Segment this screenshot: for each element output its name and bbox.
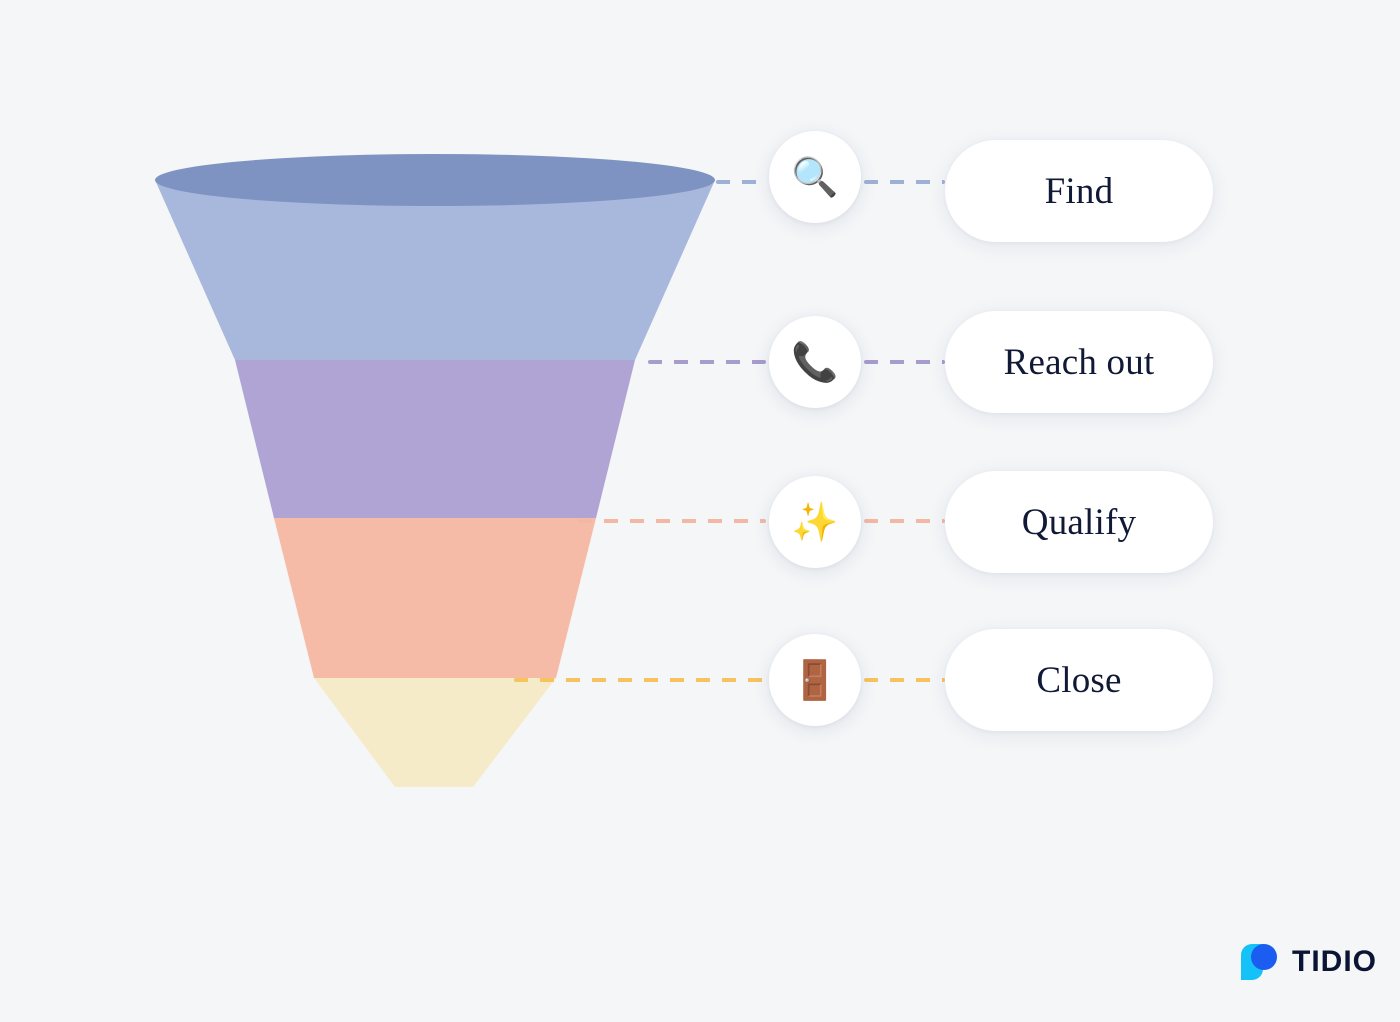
icon-badge-find[interactable]: 🔍 — [769, 131, 861, 223]
connector-dash-right-find — [864, 180, 945, 184]
label-pill-reach-out[interactable]: Reach out — [945, 311, 1213, 413]
connector-dash-left-close — [514, 678, 766, 682]
tidio-logo: TIDIO — [1238, 940, 1377, 984]
connector-dash-right-close — [864, 678, 945, 682]
connector-dash-right-reach-out — [864, 360, 945, 364]
sales-funnel-graphic — [155, 154, 715, 787]
label-pill-text-find: Find — [1044, 170, 1114, 212]
tidio-logo-mark-icon — [1241, 944, 1277, 980]
connector-dash-left-qualify — [578, 519, 766, 523]
tidio-circle-shape — [1251, 944, 1277, 970]
label-pill-text-reach-out: Reach out — [1003, 341, 1155, 383]
funnel-stage-close — [314, 678, 556, 787]
magnifying-glass-icon: 🔍 — [791, 155, 839, 199]
sparkles-icon: ✨ — [791, 500, 839, 544]
tidio-wordmark: TIDIO — [1292, 945, 1377, 978]
funnel-stage-reach-out — [235, 360, 635, 518]
telephone-receiver-icon: 📞 — [791, 340, 839, 384]
connector-dash-left-reach-out — [648, 360, 766, 364]
funnel-rim-ellipse — [155, 154, 715, 206]
label-pill-close[interactable]: Close — [945, 629, 1213, 731]
funnel-stage-qualify — [274, 518, 596, 678]
label-pill-text-close: Close — [1036, 659, 1122, 701]
label-pill-text-qualify: Qualify — [1021, 501, 1137, 543]
diagram-canvas: 🔍 Find 📞 Reach out ✨ Qualify 🚪 Close TIDIO — [0, 0, 1400, 1022]
label-pill-qualify[interactable]: Qualify — [945, 471, 1213, 573]
door-icon: 🚪 — [791, 658, 839, 702]
icon-badge-qualify[interactable]: ✨ — [769, 476, 861, 568]
icon-badge-close[interactable]: 🚪 — [769, 634, 861, 726]
label-pill-find[interactable]: Find — [945, 140, 1213, 242]
icon-badge-reach-out[interactable]: 📞 — [769, 316, 861, 408]
connector-dash-left-find — [716, 180, 766, 184]
funnel-stage-find — [155, 180, 715, 360]
connector-dash-right-qualify — [864, 519, 945, 523]
